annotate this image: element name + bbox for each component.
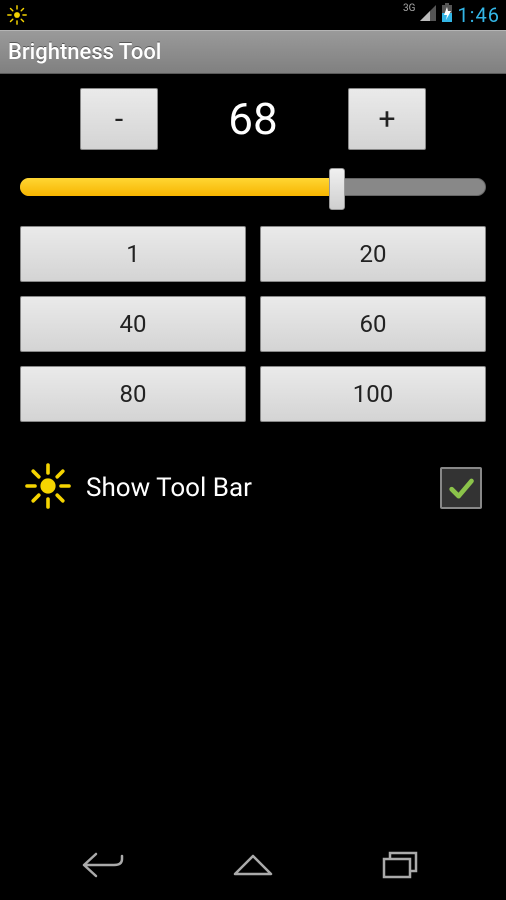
slider-fill: [20, 178, 337, 196]
sun-icon: [24, 462, 72, 514]
toolbar-toggle-label: Show Tool Bar: [86, 473, 426, 503]
increase-button[interactable]: +: [348, 88, 426, 150]
main-content: - 68 + 1 20 40 60 80 100: [0, 74, 506, 514]
preset-button-40[interactable]: 40: [20, 296, 246, 352]
sun-status-icon: [6, 4, 28, 26]
preset-button-20[interactable]: 20: [260, 226, 486, 282]
decrease-label: -: [115, 102, 123, 137]
brightness-slider[interactable]: [20, 168, 486, 204]
preset-label: 1: [126, 240, 140, 268]
clock-label: 1:46: [457, 3, 500, 27]
brightness-value-row: - 68 +: [20, 88, 486, 150]
preset-button-60[interactable]: 60: [260, 296, 486, 352]
preset-label: 20: [360, 240, 387, 268]
increase-label: +: [378, 102, 395, 137]
preset-grid: 1 20 40 60 80 100: [20, 226, 486, 422]
preset-button-100[interactable]: 100: [260, 366, 486, 422]
preset-label: 60: [360, 310, 387, 338]
status-bar: 3G 1:46: [0, 0, 506, 30]
toolbar-toggle-row: Show Tool Bar: [20, 462, 486, 514]
battery-icon: [441, 3, 453, 28]
home-button[interactable]: [225, 845, 281, 885]
preset-label: 80: [120, 380, 147, 408]
preset-label: 100: [353, 380, 393, 408]
back-button[interactable]: [76, 845, 132, 885]
action-bar: Brightness Tool: [0, 30, 506, 74]
network-label: 3G: [403, 4, 415, 14]
brightness-value: 68: [218, 93, 288, 145]
preset-button-1[interactable]: 1: [20, 226, 246, 282]
recent-apps-button[interactable]: [374, 845, 430, 885]
signal-icon: [419, 4, 437, 27]
toolbar-checkbox[interactable]: [440, 467, 482, 509]
preset-button-80[interactable]: 80: [20, 366, 246, 422]
app-title: Brightness Tool: [8, 40, 161, 65]
navigation-bar: [0, 830, 506, 900]
preset-label: 40: [120, 310, 147, 338]
decrease-button[interactable]: -: [80, 88, 158, 150]
slider-thumb[interactable]: [329, 168, 345, 210]
